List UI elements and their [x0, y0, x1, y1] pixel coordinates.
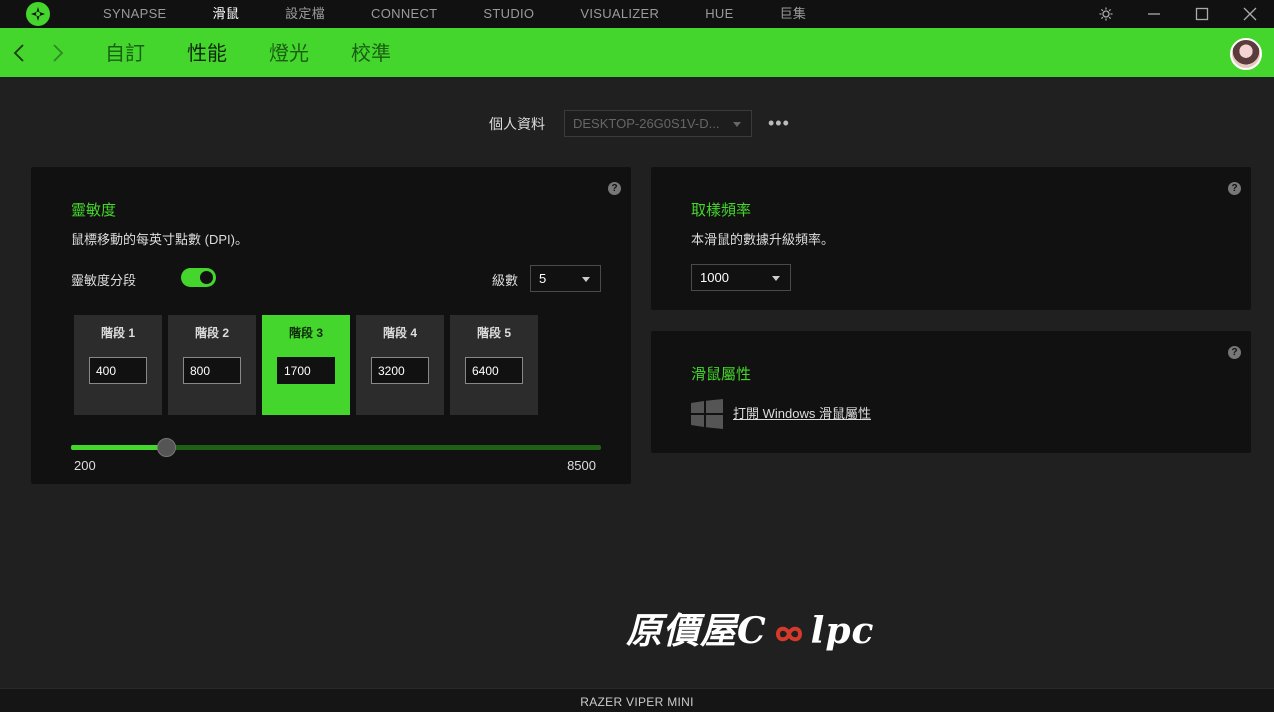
stage-label: 階段 1 [100, 326, 135, 340]
dpi-slider-min: 200 [74, 458, 96, 473]
topnav-hue[interactable]: HUE [682, 0, 756, 28]
toggle-knob [200, 271, 213, 284]
device-name: RAZER VIPER MINI [580, 695, 694, 709]
polling-rate-panel: ? 取樣頻率 本滑鼠的數據升級頻率。 1000 [651, 167, 1251, 310]
chevron-right-icon [53, 44, 64, 62]
dpi-slider-max: 8500 [567, 458, 596, 473]
infinity-icon [775, 626, 802, 642]
tab-performance[interactable]: 性能 [166, 28, 248, 77]
maximize-icon [1195, 7, 1209, 21]
sensitivity-panel: ? 靈敏度 鼠標移動的每英寸點數 (DPI)。 靈敏度分段 級數 5 階段 1 … [31, 167, 631, 484]
topnav-synapse[interactable]: SYNAPSE [80, 0, 190, 28]
dpi-stage-2[interactable]: 階段 2 800 [168, 315, 256, 415]
stages-toggle-label: 靈敏度分段 [71, 273, 137, 288]
windows-icon [691, 399, 723, 429]
close-button[interactable] [1226, 0, 1274, 28]
topnav-mouse[interactable]: 滑鼠 [190, 0, 263, 28]
polling-rate-select[interactable]: 1000 [691, 264, 791, 291]
forward-button[interactable] [46, 41, 68, 65]
levels-select-value: 5 [539, 271, 547, 286]
polling-rate-description: 本滑鼠的數據升級頻率。 [691, 232, 835, 247]
watermark-text-left: 原價屋C [626, 610, 767, 652]
chevron-down-icon [733, 122, 741, 127]
razer-logo-icon[interactable] [26, 2, 50, 26]
window-controls [1082, 0, 1274, 28]
levels-select[interactable]: 5 [530, 265, 601, 292]
sensitivity-description: 鼠標移動的每英寸點數 (DPI)。 [71, 232, 248, 247]
topnav-visualizer[interactable]: VISUALIZER [557, 0, 682, 28]
profile-select-value: DESKTOP-26G0S1V-D... [573, 116, 720, 131]
dpi-slider-fill [71, 445, 167, 450]
minimize-button[interactable] [1130, 0, 1178, 28]
stage-label: 階段 5 [476, 326, 511, 340]
topnav-macro[interactable]: 巨集 [757, 0, 830, 28]
sensitivity-title: 靈敏度 [71, 202, 117, 219]
tab-lighting[interactable]: 燈光 [248, 28, 330, 77]
stage-label: 階段 2 [194, 326, 229, 340]
dpi-slider-thumb[interactable] [157, 438, 177, 457]
topnav-profiles[interactable]: 設定檔 [262, 0, 348, 28]
polling-rate-title: 取樣頻率 [691, 202, 752, 219]
sub-tabs: 自訂 性能 燈光 校準 [84, 28, 412, 77]
stage-dpi-input[interactable]: 1700 [277, 357, 335, 384]
profile-select[interactable]: DESKTOP-26G0S1V-D... [564, 110, 752, 137]
stages-toggle[interactable] [181, 268, 216, 287]
help-icon[interactable]: ? [608, 182, 621, 195]
more-options-button[interactable]: ••• [768, 114, 790, 132]
dpi-stage-4[interactable]: 階段 4 3200 [356, 315, 444, 415]
gear-icon [1099, 7, 1113, 21]
watermark-text-right: lpc [810, 610, 875, 652]
stage-dpi-input[interactable]: 400 [89, 357, 147, 384]
settings-button[interactable] [1082, 0, 1130, 28]
topnav-connect[interactable]: CONNECT [348, 0, 460, 28]
stage-dpi-input[interactable]: 3200 [371, 357, 429, 384]
top-nav: SYNAPSE 滑鼠 設定檔 CONNECT STUDIO VISUALIZER… [80, 0, 829, 28]
topnav-studio[interactable]: STUDIO [460, 0, 557, 28]
device-status-bar: RAZER VIPER MINI [0, 688, 1274, 712]
maximize-button[interactable] [1178, 0, 1226, 28]
help-icon[interactable]: ? [1228, 346, 1241, 359]
stage-dpi-input[interactable]: 800 [183, 357, 241, 384]
stage-label: 階段 3 [288, 326, 323, 340]
close-icon [1243, 7, 1257, 21]
mouse-properties-title: 滑鼠屬性 [691, 366, 752, 383]
avatar[interactable] [1230, 38, 1262, 70]
sub-nav-bar: 自訂 性能 燈光 校準 [0, 28, 1274, 77]
tab-calibration[interactable]: 校準 [330, 28, 412, 77]
dpi-stage-1[interactable]: 階段 1 400 [74, 315, 162, 415]
minimize-icon [1148, 13, 1160, 15]
profile-label: 個人資料 [489, 116, 545, 132]
chevron-down-icon [582, 277, 590, 282]
dpi-stage-3[interactable]: 階段 3 1700 [262, 315, 350, 415]
chevron-left-icon [13, 44, 24, 62]
watermark-logo: 原價屋C lpc [626, 602, 874, 654]
synapse-window: SYNAPSE 滑鼠 設定檔 CONNECT STUDIO VISUALIZER… [0, 0, 1274, 712]
chevron-down-icon [772, 276, 780, 281]
help-icon[interactable]: ? [1228, 182, 1241, 195]
tab-customize[interactable]: 自訂 [84, 28, 166, 77]
back-button[interactable] [9, 41, 31, 65]
dpi-slider-track[interactable] [71, 445, 601, 450]
polling-rate-value: 1000 [700, 270, 729, 285]
stage-label: 階段 4 [382, 326, 417, 340]
stage-dpi-input[interactable]: 6400 [465, 357, 523, 384]
levels-label: 級數 [492, 273, 519, 288]
open-windows-mouse-properties-link[interactable]: 打開 Windows 滑鼠屬性 [733, 403, 871, 422]
dpi-stage-5[interactable]: 階段 5 6400 [450, 315, 538, 415]
title-bar: SYNAPSE 滑鼠 設定檔 CONNECT STUDIO VISUALIZER… [0, 0, 1274, 28]
mouse-properties-panel: ? 滑鼠屬性 打開 Windows 滑鼠屬性 [651, 331, 1251, 453]
